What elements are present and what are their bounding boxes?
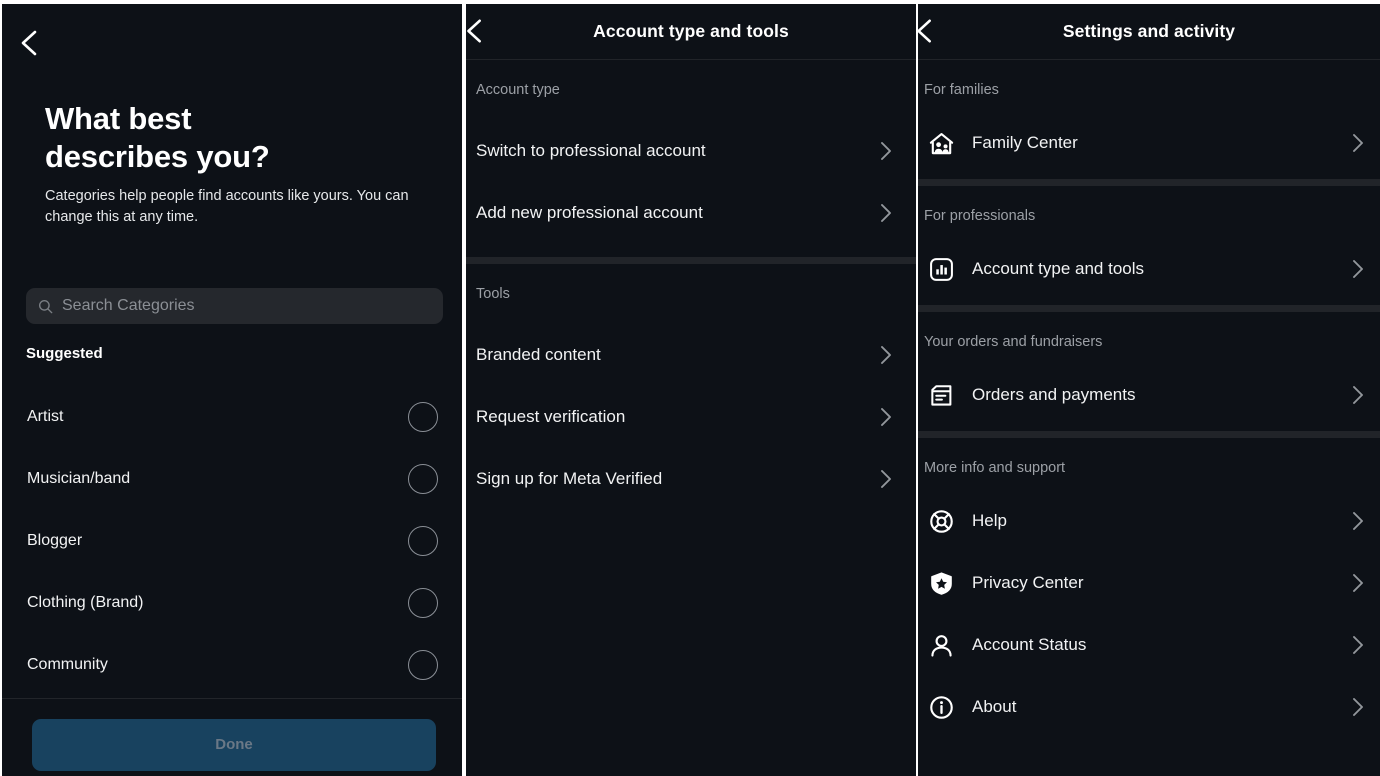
section-header: Tools [466,264,916,324]
list-item[interactable]: Artist [2,386,462,448]
section-header: For families [918,60,1380,112]
page-title: What best describes you? [45,100,425,176]
section-label: Account type [476,82,560,98]
section-label: Tools [476,286,510,302]
bar-chart-icon [928,256,955,283]
section-divider [466,257,916,264]
list-item-family-center[interactable]: Family Center [918,112,1380,174]
chevron-right-icon [1352,385,1364,405]
section-divider [918,431,1380,438]
page-title: Account type and tools [593,21,789,41]
list-item-orders-and-payments[interactable]: Orders and payments [918,364,1380,426]
person-icon [928,632,955,659]
chevron-right-icon [880,203,892,223]
list-item-add-new-professional-account[interactable]: Add new professional account [466,182,916,244]
panel-settings-and-activity: Settings and activity For families Famil… [918,4,1380,776]
done-button[interactable]: Done [32,719,436,771]
category-radio[interactable] [408,526,438,556]
category-radio[interactable] [408,464,438,494]
family-center-icon [928,130,955,157]
chevron-right-icon [880,141,892,161]
list-item-label: About [972,697,1017,716]
list-item-label: Branded content [476,345,601,364]
list-item-label: Sign up for Meta Verified [476,469,663,488]
category-label: Clothing (Brand) [27,594,144,611]
list-item-privacy-center[interactable]: Privacy Center [918,552,1380,614]
chevron-right-icon [880,469,892,489]
list-item[interactable]: Musician/band [2,448,462,510]
list-item-label: Account type and tools [972,259,1145,278]
suggested-label: Suggested [26,345,103,362]
section-header: Your orders and fundraisers [918,312,1380,364]
nav-header: Account type and tools [466,4,916,59]
list-item[interactable]: Blogger [2,510,462,572]
section-label: Your orders and fundraisers [924,334,1103,350]
list-item-help[interactable]: Help [918,490,1380,552]
list-item-switch-to-professional-account[interactable]: Switch to professional account [466,120,916,182]
category-radio[interactable] [408,588,438,618]
category-radio[interactable] [408,650,438,680]
section-header: Account type [466,60,916,120]
lifebuoy-icon [928,508,955,535]
chevron-right-icon [1352,259,1364,279]
section-label: More info and support [924,460,1066,476]
shield-star-icon [928,570,955,597]
section-header: More info and support [918,438,1380,490]
footer-divider [2,698,462,699]
list-item-label: Account Status [972,635,1087,654]
back-button[interactable] [918,17,938,45]
list-item-account-status[interactable]: Account Status [918,614,1380,676]
search-icon [38,299,53,314]
list-item-sign-up-for-meta-verified[interactable]: Sign up for Meta Verified [466,448,916,510]
page-title-line1: What best [45,101,192,136]
section-label: For families [924,82,999,98]
chevron-right-icon [1352,635,1364,655]
chevron-right-icon [1352,697,1364,717]
back-button[interactable] [16,28,44,58]
panel-account-type-and-tools: Account type and tools Account type Swit… [466,4,916,776]
category-label: Community [27,656,108,673]
list-item-label: Orders and payments [972,385,1136,404]
page-title: Settings and activity [1062,21,1236,41]
list-item-account-type-and-tools[interactable]: Account type and tools [918,238,1380,300]
list-item[interactable]: Clothing (Brand) [2,572,462,634]
package-box-icon [928,382,955,409]
info-circle-icon [928,694,955,721]
category-label: Musician/band [27,470,131,487]
section-divider [918,305,1380,312]
category-label: Blogger [27,532,83,549]
search-field[interactable]: Search Categories [26,288,443,324]
three-panel-screenshot: What best describes you? Categories help… [0,0,1380,776]
section-divider [918,179,1380,186]
list-item-label: Switch to professional account [476,141,706,160]
list-item-label: Request verification [476,407,626,426]
category-label: Artist [27,408,64,425]
category-list: Artist Musician/band Blogger Clothing (B… [2,386,462,696]
page-subtitle: Categories help people find accounts lik… [45,188,409,225]
chevron-right-icon [1352,573,1364,593]
chevron-right-icon [1352,511,1364,531]
nav-header: Settings and activity [918,4,1380,59]
list-item-request-verification[interactable]: Request verification [466,386,916,448]
list-item-label: Add new professional account [476,203,703,222]
list-item-label: Privacy Center [972,573,1084,592]
section-label: For professionals [924,208,1036,224]
empty-space [466,510,916,776]
list-item[interactable]: Community [2,634,462,696]
list-item-branded-content[interactable]: Branded content [466,324,916,386]
back-button[interactable] [466,17,488,45]
list-item-label: Help [972,511,1007,530]
list-item-about[interactable]: About [918,676,1380,738]
chevron-right-icon [1352,133,1364,153]
search-input-placeholder: Search Categories [62,297,195,314]
category-radio[interactable] [408,402,438,432]
section-header: For professionals [918,186,1380,238]
chevron-right-icon [880,407,892,427]
chevron-right-icon [880,345,892,365]
page-title-line2: describes you? [45,139,270,174]
list-item-label: Family Center [972,133,1078,152]
panel-category-picker: What best describes you? Categories help… [2,4,462,776]
